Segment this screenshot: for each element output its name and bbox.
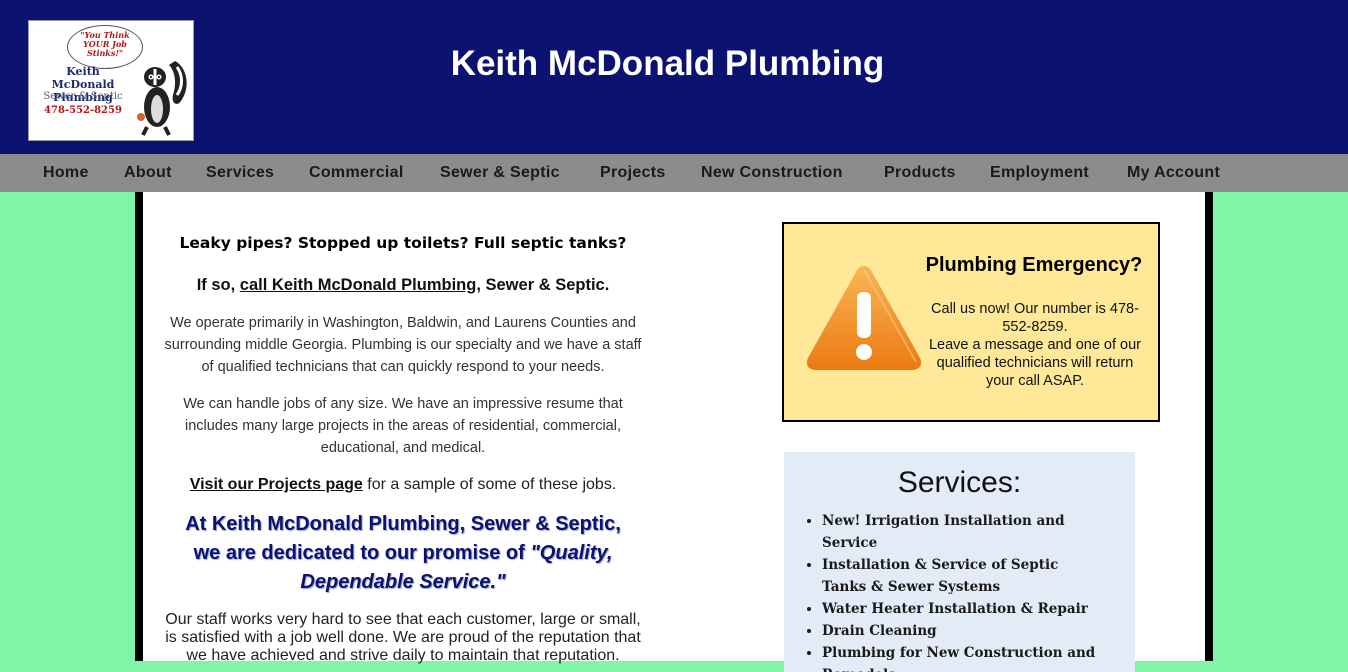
main-nav: Home About Services Commercial Sewer & S…: [0, 154, 1348, 192]
content-panel: Leaky pipes? Stopped up toilets? Full se…: [135, 192, 1213, 672]
call-us-suffix: , Sewer & Septic.: [476, 276, 610, 294]
dedicated-statement: At Keith McDonald Plumbing, Sewer & Sept…: [163, 510, 643, 597]
nav-new-construction[interactable]: New Construction: [701, 164, 843, 182]
services-title: Services:: [897, 466, 1022, 499]
site-header: "You Think YOUR Job Stinks!" Keith McDon…: [0, 0, 1348, 154]
service-area-paragraph: We operate primarily in Washington, Bald…: [164, 315, 642, 375]
services-list: New! Irrigation Installation and Service…: [784, 510, 1102, 672]
nav-employment[interactable]: Employment: [990, 164, 1089, 182]
nav-services[interactable]: Services: [206, 164, 274, 182]
nav-projects[interactable]: Projects: [600, 164, 666, 182]
services-list-item: Drain Cleaning: [822, 620, 1102, 642]
emergency-box: Plumbing Emergency? Call us now! Our num…: [782, 222, 1160, 422]
nav-home[interactable]: Home: [43, 164, 89, 182]
call-keith-link[interactable]: call Keith McDonald Plumbing: [240, 276, 477, 294]
job-size-paragraph: We can handle jobs of any size. We have …: [183, 396, 623, 456]
site-title: Keith McDonald Plumbing: [450, 44, 885, 83]
warning-icon: [806, 266, 922, 370]
nav-my-account[interactable]: My Account: [1127, 164, 1220, 182]
services-box: Services: New! Irrigation Installation a…: [784, 452, 1135, 672]
visit-projects-line: Visit our Projects page for a sample of …: [163, 474, 643, 496]
logo-phone: 478-552-8259: [44, 105, 122, 116]
services-list-item: Installation & Service of Septic Tanks &…: [822, 554, 1102, 598]
nav-about[interactable]: About: [124, 164, 172, 182]
emergency-call-line: Call us now! Our number is 478-552-8259.: [931, 301, 1139, 335]
services-list-item: Plumbing for New Construction and Remode…: [822, 642, 1102, 672]
emergency-text: Call us now! Our number is 478-552-8259.…: [924, 300, 1146, 390]
nav-sewer-septic[interactable]: Sewer & Septic: [440, 164, 560, 182]
logo-subtitle: Sewer & Septic: [43, 91, 123, 102]
services-list-item: Water Heater Installation & Repair: [822, 598, 1102, 620]
emergency-title: Plumbing Emergency?: [925, 254, 1143, 276]
projects-page-link[interactable]: Visit our Projects page: [190, 476, 363, 493]
staff-paragraph: Our staff works very hard to see that ea…: [165, 611, 641, 664]
emergency-message-line: Leave a message and one of our qualified…: [928, 337, 1141, 389]
nav-products[interactable]: Products: [884, 164, 956, 182]
leaky-pipes-headline: Leaky pipes? Stopped up toilets? Full se…: [179, 234, 627, 252]
call-us-line: If so, call Keith McDonald Plumbing, Sew…: [163, 274, 643, 296]
nav-commercial[interactable]: Commercial: [309, 164, 404, 182]
intro-column: Leaky pipes? Stopped up toilets? Full se…: [163, 232, 643, 665]
call-us-prefix: If so,: [196, 276, 240, 294]
visit-projects-suffix: for a sample of some of these jobs.: [362, 476, 617, 493]
services-list-item: New! Irrigation Installation and Service: [822, 510, 1102, 554]
